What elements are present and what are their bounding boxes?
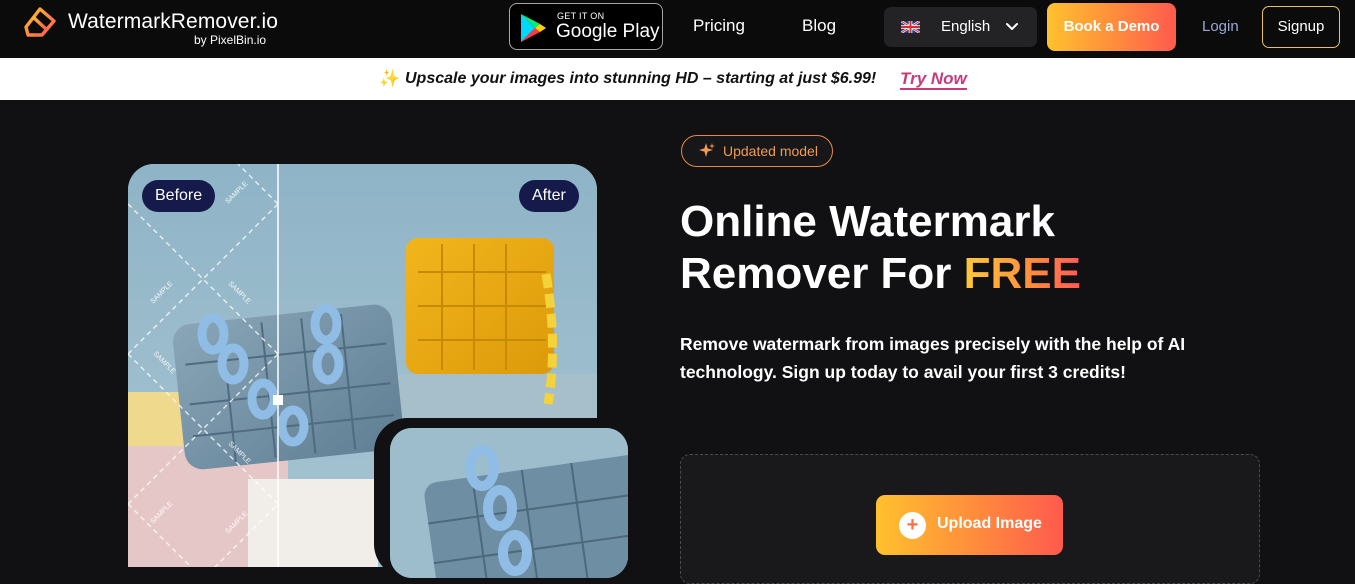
google-play-label: Google Play [556,21,660,42]
google-play-icon [521,14,546,42]
title-highlight: FREE [963,249,1081,298]
badge-label: Updated model [723,143,818,159]
google-play-badge[interactable]: GET IT ON Google Play [509,3,663,50]
eraser-logo-icon [24,7,56,37]
title-line-2: Remover For FREE [680,248,1240,300]
chevron-down-icon [1006,23,1018,30]
book-demo-button[interactable]: Book a Demo [1047,3,1176,51]
updated-model-badge: Updated model [681,135,833,167]
try-now-link[interactable]: Try Now [900,69,967,90]
language-selector[interactable]: English [884,7,1037,47]
language-label: English [941,18,991,35]
zoom-preview-card [374,418,637,578]
after-label: After [519,180,579,212]
brand-logo[interactable]: WatermarkRemover.io by PixelBin.io [24,4,284,54]
brand-name: WatermarkRemover.io [68,10,279,33]
uk-flag-icon [901,21,920,33]
upload-button-label: Upload Image [937,515,1042,532]
signup-button[interactable]: Signup [1262,6,1340,48]
sparkle-icon: ✨ [379,69,401,88]
zoom-preview-image [390,428,628,578]
nav-link-pricing[interactable]: Pricing [693,16,745,36]
zoomed-bag-photo [390,428,628,578]
before-label: Before [142,180,216,212]
nav-link-blog[interactable]: Blog [802,16,836,36]
brand-byline: by PixelBin.io [194,33,267,47]
upload-image-button[interactable]: + Upload Image [876,495,1063,555]
google-play-caption: GET IT ON [557,11,605,21]
promo-text: Upscale your images into stunning HD – s… [405,70,877,87]
hero-subtitle: Remove watermark from images precisely w… [680,334,1186,382]
title-prefix: Remover For [680,249,964,298]
promo-banner: ✨ Upscale your images into stunning HD –… [0,58,1355,100]
login-link[interactable]: Login [1202,18,1239,35]
plus-icon: + [899,512,926,539]
page-title: Online Watermark Remover For FREE [680,196,1240,300]
title-line-1: Online Watermark [680,197,1055,246]
sparkle-icon [699,143,715,157]
top-navbar: WatermarkRemover.io by PixelBin.io GET I… [0,0,1355,58]
